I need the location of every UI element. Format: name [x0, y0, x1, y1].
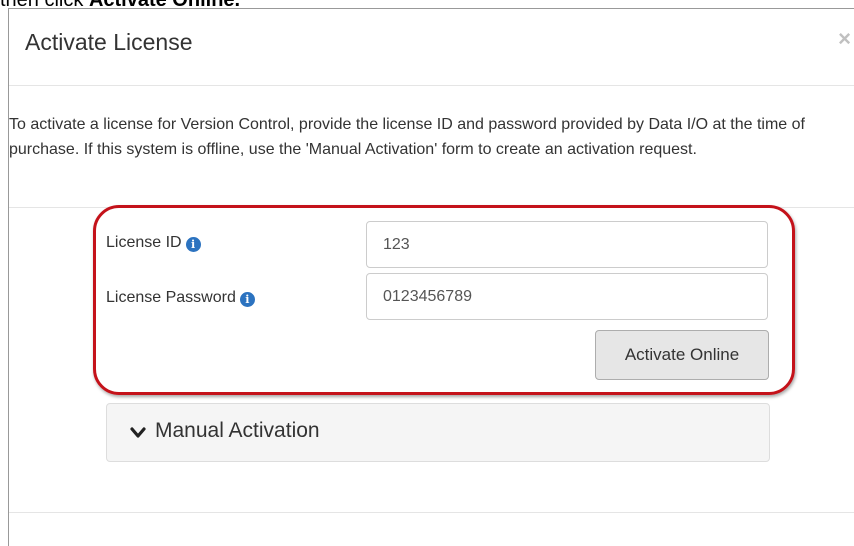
manual-activation-label: Manual Activation [155, 419, 320, 442]
highlight-annotation [93, 205, 795, 395]
close-icon[interactable]: × [838, 28, 851, 50]
activate-license-dialog: Activate License × To activate a license… [8, 8, 854, 546]
modal-title: Activate License [25, 29, 193, 55]
manual-activation-toggle[interactable]: Manual Activation [106, 403, 770, 462]
chevron-down-icon [130, 427, 146, 438]
modal-header: Activate License × [9, 9, 854, 86]
footer-divider [9, 512, 854, 513]
description-text: To activate a license for Version Contro… [9, 116, 805, 158]
